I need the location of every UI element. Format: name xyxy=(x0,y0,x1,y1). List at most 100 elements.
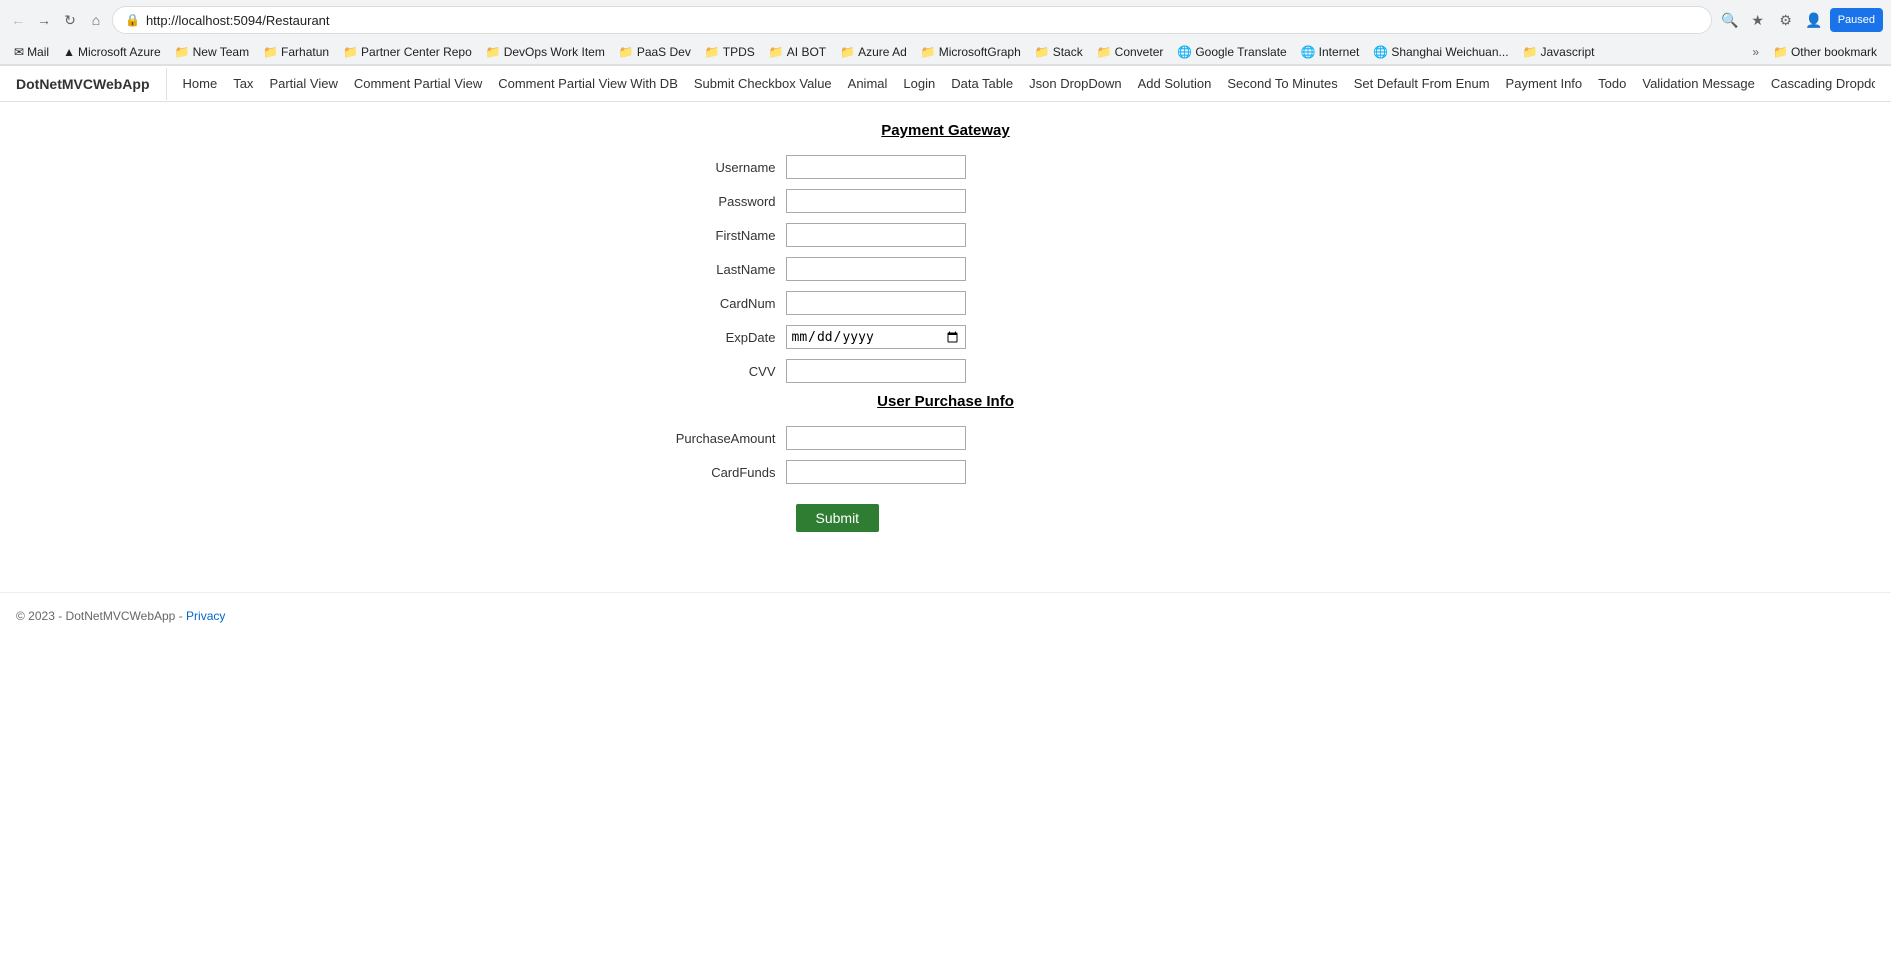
lock-icon: 🔒 xyxy=(125,13,140,27)
bookmark-msgraph-label: MicrosoftGraph xyxy=(939,45,1021,59)
username-input[interactable] xyxy=(786,155,966,179)
cardfunds-input[interactable] xyxy=(786,460,966,484)
purchase-amount-input[interactable] xyxy=(786,426,966,450)
cardfunds-label: CardFunds xyxy=(646,465,786,480)
folder-icon-13: 📁 xyxy=(1773,45,1788,59)
reload-button[interactable]: ↻ xyxy=(60,10,80,30)
nav-validation-message[interactable]: Validation Message xyxy=(1634,66,1763,101)
firstname-group: FirstName xyxy=(646,223,1246,247)
folder-icon-6: 📁 xyxy=(705,45,720,59)
folder-icon-1: 📁 xyxy=(175,45,190,59)
bookmark-devops-label: DevOps Work Item xyxy=(504,45,605,59)
nav-comment-partial-view[interactable]: Comment Partial View xyxy=(346,66,490,101)
nav-partial-view[interactable]: Partial View xyxy=(261,66,345,101)
globe-icon-1: 🌐 xyxy=(1177,45,1192,59)
bookmark-google-translate[interactable]: 🌐 Google Translate xyxy=(1171,42,1292,62)
nav-comment-partial-view-db[interactable]: Comment Partial View With DB xyxy=(490,66,686,101)
main-content: Payment Gateway Username Password FirstN… xyxy=(0,102,1891,552)
nav-submit-checkbox[interactable]: Submit Checkbox Value xyxy=(686,66,840,101)
footer: © 2023 - DotNetMVCWebApp - Privacy xyxy=(0,592,1891,639)
back-button[interactable]: ← xyxy=(8,10,28,30)
bookmark-partner-center[interactable]: 📁 Partner Center Repo xyxy=(337,42,478,62)
firstname-label: FirstName xyxy=(646,228,786,243)
bookmark-other[interactable]: 📁 Other bookmark xyxy=(1767,42,1883,62)
expdate-input[interactable] xyxy=(786,325,966,349)
bookmark-aibot-label: AI BOT xyxy=(787,45,826,59)
password-input[interactable] xyxy=(786,189,966,213)
bookmark-farhatun[interactable]: 📁 Farhatun xyxy=(257,42,335,62)
bookmark-new-team[interactable]: 📁 New Team xyxy=(169,42,255,62)
cvv-input[interactable] xyxy=(786,359,966,383)
cardnum-input[interactable] xyxy=(786,291,966,315)
app-navbar: DotNetMVCWebApp Home Tax Partial View Co… xyxy=(0,66,1891,102)
browser-chrome: ← → ↻ ⌂ 🔒 http://localhost:5094/Restaura… xyxy=(0,0,1891,66)
bookmark-azure-label: Microsoft Azure xyxy=(78,45,161,59)
bookmark-azuread[interactable]: 📁 Azure Ad xyxy=(834,42,913,62)
lastname-input[interactable] xyxy=(786,257,966,281)
bookmark-add-icon[interactable]: ★ xyxy=(1746,8,1770,32)
expdate-group: ExpDate xyxy=(646,325,1246,349)
nav-tax[interactable]: Tax xyxy=(225,66,261,101)
home-button[interactable]: ⌂ xyxy=(86,10,106,30)
cvv-group: CVV xyxy=(646,359,1246,383)
submit-button[interactable]: Submit xyxy=(796,504,880,532)
footer-copyright: © 2023 - DotNetMVCWebApp - Privacy xyxy=(16,609,225,623)
nav-login[interactable]: Login xyxy=(895,66,943,101)
lastname-label: LastName xyxy=(646,262,786,277)
bookmark-shanghai-label: Shanghai Weichuan... xyxy=(1391,45,1508,59)
extensions-icon[interactable]: ⚙ xyxy=(1774,8,1798,32)
bookmark-aibot[interactable]: 📁 AI BOT xyxy=(763,42,832,62)
nav-todo[interactable]: Todo xyxy=(1590,66,1634,101)
browser-toolbar: ← → ↻ ⌂ 🔒 http://localhost:5094/Restaura… xyxy=(0,0,1891,40)
bookmark-stack-label: Stack xyxy=(1053,45,1083,59)
profile-icon[interactable]: 👤 xyxy=(1802,8,1826,32)
nav-set-default-enum[interactable]: Set Default From Enum xyxy=(1346,66,1498,101)
bookmark-tpds[interactable]: 📁 TPDS xyxy=(699,42,761,62)
privacy-link[interactable]: Privacy xyxy=(186,609,225,623)
bookmark-devops[interactable]: 📁 DevOps Work Item xyxy=(480,42,611,62)
folder-icon-12: 📁 xyxy=(1523,45,1538,59)
bookmark-paas[interactable]: 📁 PaaS Dev xyxy=(613,42,697,62)
globe-icon-3: 🌐 xyxy=(1373,45,1388,59)
bookmark-internet[interactable]: 🌐 Internet xyxy=(1295,42,1366,62)
nav-links: Home Tax Partial View Comment Partial Vi… xyxy=(175,66,1875,101)
nav-payment-info[interactable]: Payment Info xyxy=(1498,66,1591,101)
bookmark-javascript-label: Javascript xyxy=(1540,45,1594,59)
bookmark-stack[interactable]: 📁 Stack xyxy=(1029,42,1089,62)
nav-second-to-minutes[interactable]: Second To Minutes xyxy=(1219,66,1345,101)
bookmark-paas-label: PaaS Dev xyxy=(637,45,691,59)
bookmark-mail[interactable]: ✉ Mail xyxy=(8,42,55,62)
username-group: Username xyxy=(646,155,1246,179)
bookmarks-more-button[interactable]: » xyxy=(1746,42,1765,62)
bookmark-javascript[interactable]: 📁 Javascript xyxy=(1517,42,1601,62)
bookmark-shanghai[interactable]: 🌐 Shanghai Weichuan... xyxy=(1367,42,1514,62)
nav-add-solution[interactable]: Add Solution xyxy=(1130,66,1220,101)
nav-animal[interactable]: Animal xyxy=(840,66,896,101)
nav-data-table[interactable]: Data Table xyxy=(943,66,1021,101)
bookmark-other-label: Other bookmark xyxy=(1791,45,1877,59)
folder-icon-5: 📁 xyxy=(619,45,634,59)
bookmark-mail-label: Mail xyxy=(27,45,49,59)
nav-cascading-dropdown[interactable]: Cascading Dropdown xyxy=(1763,66,1875,101)
folder-icon-3: 📁 xyxy=(343,45,358,59)
bookmark-conveter[interactable]: 📁 Conveter xyxy=(1091,42,1170,62)
address-bar[interactable]: 🔒 http://localhost:5094/Restaurant xyxy=(112,6,1712,34)
search-icon[interactable]: 🔍 xyxy=(1718,8,1742,32)
app-brand: DotNetMVCWebApp xyxy=(16,68,167,100)
nav-home[interactable]: Home xyxy=(175,66,226,101)
azure-icon: ▲ xyxy=(63,45,75,59)
password-group: Password xyxy=(646,189,1246,213)
firstname-input[interactable] xyxy=(786,223,966,247)
forward-button[interactable]: → xyxy=(34,10,54,30)
bookmark-internet-label: Internet xyxy=(1319,45,1360,59)
folder-icon-7: 📁 xyxy=(769,45,784,59)
folder-icon-10: 📁 xyxy=(1035,45,1050,59)
folder-icon-8: 📁 xyxy=(840,45,855,59)
username-label: Username xyxy=(646,160,786,175)
paused-button[interactable]: Paused xyxy=(1830,8,1883,32)
bookmark-conveter-label: Conveter xyxy=(1115,45,1164,59)
bookmark-azure[interactable]: ▲ Microsoft Azure xyxy=(57,42,167,62)
expdate-label: ExpDate xyxy=(646,330,786,345)
nav-json-dropdown[interactable]: Json DropDown xyxy=(1021,66,1130,101)
bookmark-msgraph[interactable]: 📁 MicrosoftGraph xyxy=(915,42,1027,62)
